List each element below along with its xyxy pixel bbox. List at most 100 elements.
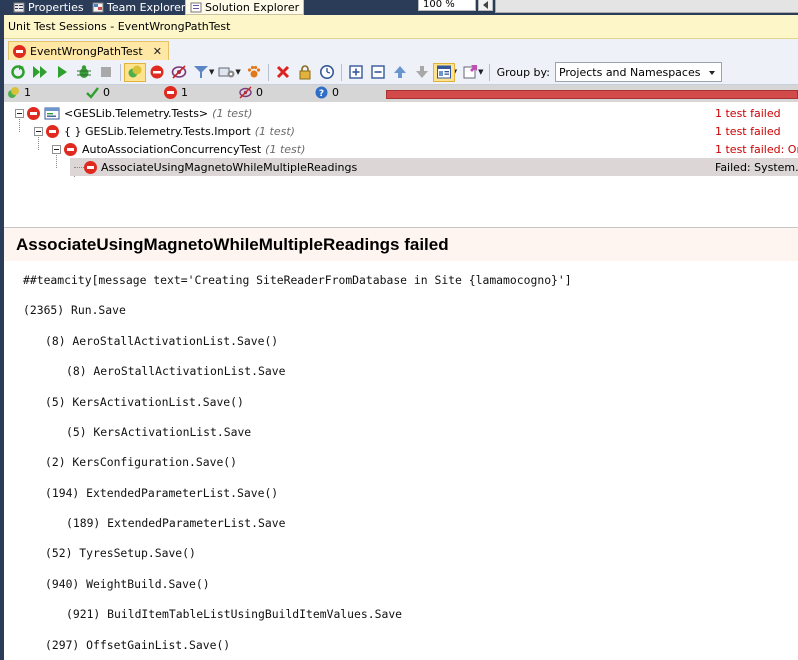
test-output-pane: AssociateUsingMagnetoWhileMultipleReadin… — [4, 227, 798, 660]
tree-row-label: AutoAssociationConcurrencyTest — [82, 142, 262, 156]
debug-button[interactable] — [73, 63, 95, 82]
stop-icon — [101, 67, 111, 77]
tab-team-explorer[interactable]: Team Explorer — [88, 0, 189, 15]
unit-test-sessions-window: Unit Test Sessions - EventWrongPathTest … — [0, 15, 798, 660]
next-button[interactable] — [411, 63, 433, 82]
test-tree: <GESLib.Telemetry.Tests> (1 test) 1 test… — [4, 102, 798, 212]
properties-icon — [13, 2, 25, 13]
output-line: (2365) Run.Save — [23, 303, 126, 317]
collapse-icon[interactable] — [52, 144, 61, 154]
failed-count[interactable]: 1 — [164, 86, 188, 99]
tree-row-label: { } GESLib.Telemetry.Tests.Import — [64, 124, 251, 138]
session-tab-row: EventWrongPathTest ✕ — [4, 39, 798, 60]
tree-row-project[interactable]: <GESLib.Telemetry.Tests> (1 test) 1 test… — [4, 104, 798, 122]
test-stats-bar: 1 0 1 0 ? 0 — [4, 85, 798, 102]
output-line: (8) AeroStallActivationList.Save() — [45, 334, 279, 348]
group-by-value: Projects and Namespaces — [558, 65, 701, 79]
top-panel-strip: Properties Team Explorer Solution Explor… — [0, 0, 798, 15]
status-text: 1 test failed: One — [715, 142, 798, 156]
chevron-down-icon — [708, 71, 715, 75]
status-text: Failed: System.Ag — [715, 160, 798, 174]
gear-icon — [218, 67, 235, 78]
failed-icon — [164, 86, 177, 99]
zoom-scroll-left-button[interactable] — [478, 0, 493, 11]
output-line: (921) BuildItemTableListUsingBuildItemVa… — [66, 607, 403, 621]
expand-icon — [349, 65, 363, 79]
show-ignored-button[interactable] — [168, 63, 190, 82]
track-tests-icon — [128, 65, 142, 78]
arrow-down-icon — [415, 66, 428, 78]
unknown-count[interactable]: ? 0 — [315, 86, 339, 99]
delete-icon — [276, 65, 289, 79]
fast-forward-icon — [33, 66, 47, 78]
layout-button[interactable] — [432, 62, 455, 82]
filter-icon — [194, 66, 208, 78]
failed-icon — [46, 124, 59, 138]
session-tab[interactable]: EventWrongPathTest ✕ — [8, 41, 169, 60]
output-line: (8) AeroStallActivationList.Save — [66, 364, 286, 378]
export-button[interactable] — [459, 63, 481, 82]
run-repeat-icon — [11, 65, 25, 79]
status-text: 1 test failed — [715, 124, 781, 138]
tree-row-namespace[interactable]: { } GESLib.Telemetry.Tests.Import (1 tes… — [4, 122, 798, 140]
tab-properties[interactable]: Properties — [9, 0, 88, 15]
tree-row-class[interactable]: AutoAssociationConcurrencyTest (1 test) … — [4, 140, 798, 158]
test-count: (1 test) — [212, 106, 253, 120]
session-tab-label: EventWrongPathTest — [30, 44, 143, 58]
resharper-button[interactable] — [243, 63, 265, 82]
zoom-field[interactable]: 100 % — [418, 0, 476, 11]
output-line: ##teamcity[message text='Creating SiteRe… — [23, 273, 572, 287]
run-unit-tests-button[interactable] — [29, 63, 51, 82]
output-line: (297) OffsetGainList.Save() — [45, 638, 231, 652]
aborted-count[interactable]: 0 — [239, 86, 263, 99]
session-toolbar: ▼ ▼ ▼ Group by: Projects and Namespaces — [4, 60, 798, 85]
editor-scrollbar-area — [495, 0, 798, 13]
progress-bar-failed — [386, 90, 798, 99]
aborted-icon — [239, 86, 252, 99]
track-running-test-toggle[interactable] — [124, 62, 146, 82]
output-line: (5) KersActivationList.Save() — [45, 395, 244, 409]
output-title-text: AssociateUsingMagnetoWhileMultipleReadin… — [16, 234, 449, 254]
bug-icon — [77, 65, 91, 78]
tab-solution-explorer-label: Solution Explorer — [205, 0, 300, 14]
output-line: (2) KersConfiguration.Save() — [45, 455, 238, 469]
settings-button[interactable] — [216, 63, 238, 82]
collapse-all-button[interactable] — [367, 63, 389, 82]
expand-all-button[interactable] — [345, 63, 367, 82]
duration-button[interactable] — [316, 63, 338, 82]
project-icon — [44, 107, 60, 119]
filter-button[interactable] — [190, 63, 212, 82]
failed-icon — [84, 160, 97, 174]
check-icon — [86, 87, 99, 99]
window-title: Unit Test Sessions - EventWrongPathTest — [8, 20, 231, 33]
clock-icon — [319, 65, 334, 79]
output-line: (52) TyresSetup.Save() — [45, 546, 196, 560]
failed-filter-icon — [150, 65, 164, 79]
run-all-button[interactable] — [7, 63, 29, 82]
tab-team-explorer-label: Team Explorer — [107, 1, 186, 14]
output-line: (194) ExtendedParameterList.Save() — [45, 486, 279, 500]
passed-count[interactable]: 0 — [86, 86, 110, 99]
stop-button[interactable] — [95, 63, 117, 82]
run-button[interactable] — [51, 63, 73, 82]
play-icon — [58, 66, 67, 78]
show-failed-button[interactable] — [146, 63, 168, 82]
svg-text:?: ? — [319, 89, 324, 99]
remove-tests-button[interactable] — [272, 63, 294, 82]
close-tab-icon[interactable]: ✕ — [153, 45, 162, 58]
tree-row-label: AssociateUsingMagnetoWhileMultipleReadin… — [101, 160, 358, 174]
failed-icon — [13, 44, 26, 58]
tab-solution-explorer[interactable]: Solution Explorer — [185, 0, 305, 15]
tree-row-label: <GESLib.Telemetry.Tests> — [64, 106, 209, 120]
group-by-select[interactable]: Projects and Namespaces — [554, 62, 722, 82]
tree-row-test-selected[interactable]: AssociateUsingMagnetoWhileMultipleReadin… — [70, 158, 798, 176]
failed-icon — [27, 106, 40, 120]
status-text: 1 test failed — [715, 106, 781, 120]
collapse-icon[interactable] — [34, 126, 43, 136]
solution-explorer-icon — [190, 2, 202, 12]
lock-session-button[interactable] — [294, 63, 316, 82]
previous-button[interactable] — [389, 63, 411, 82]
collapse-icon[interactable] — [15, 108, 24, 118]
ignored-count[interactable]: 1 — [7, 86, 31, 99]
output-line: (5) KersActivationList.Save — [66, 425, 252, 439]
